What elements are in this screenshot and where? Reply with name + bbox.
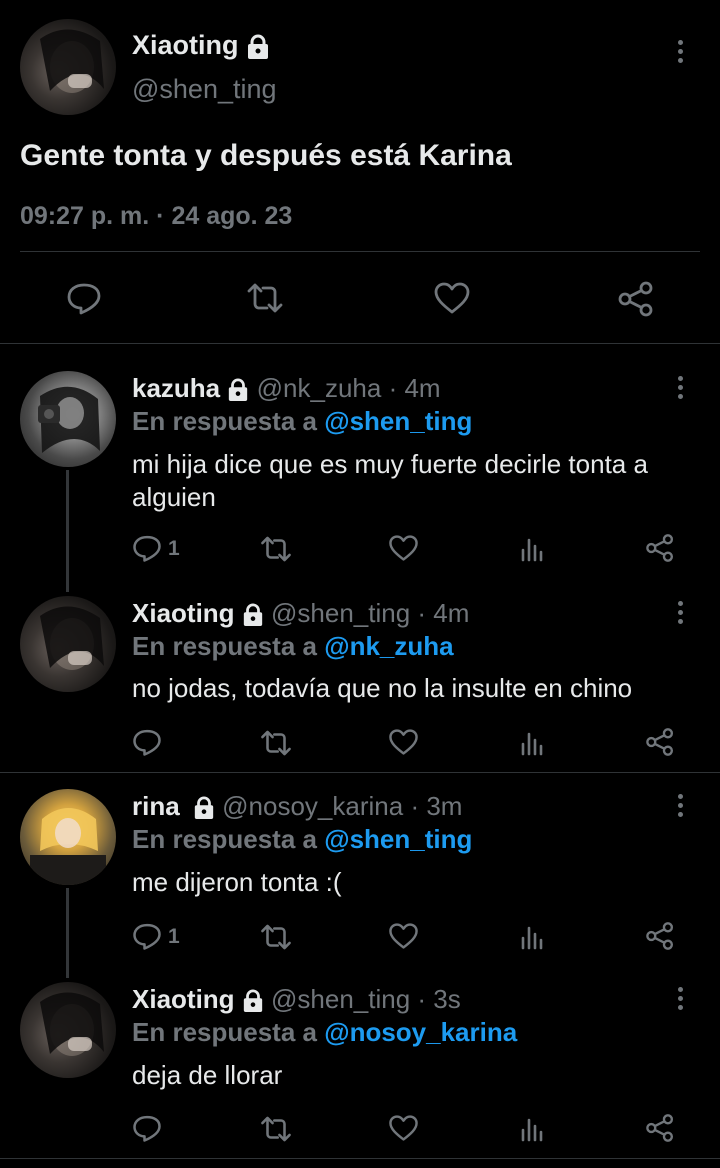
avatar[interactable] (20, 596, 116, 692)
avatar-photo (40, 992, 104, 1056)
avatar[interactable] (20, 982, 116, 1078)
tweet-text: no jodas, todavía que no la insulte en c… (132, 673, 633, 703)
user-handle[interactable]: @shen_ting (271, 984, 410, 1014)
like-icon[interactable] (388, 534, 419, 562)
display-name[interactable]: Xiaoting (132, 598, 235, 628)
avatar[interactable] (20, 371, 116, 467)
author-line: Xiaoting @shen_ting · 3s (132, 983, 461, 1015)
reply-icon[interactable] (132, 1113, 162, 1143)
more-icon[interactable] (677, 376, 685, 403)
tweet-text: deja de llorar (132, 1060, 283, 1090)
retweet-icon[interactable] (259, 923, 293, 951)
thread-line (66, 470, 69, 592)
divider (0, 1158, 720, 1159)
tweet-time[interactable]: · 4m (417, 598, 469, 628)
reply-count: 1 (168, 537, 180, 560)
tweet-timestamp[interactable]: 09:27 p. m. · 24 ago. 23 (20, 200, 292, 232)
views-icon[interactable] (520, 536, 546, 562)
reply-context: En respuesta a @nk_zuha (132, 630, 454, 662)
author-line: Xiaoting @shen_ting · 4m (132, 597, 469, 629)
more-icon[interactable] (677, 601, 685, 628)
display-name[interactable]: Xiaoting (132, 30, 239, 60)
display-name[interactable]: Xiaoting (132, 984, 235, 1014)
like-icon[interactable] (388, 1114, 419, 1142)
divider (0, 772, 720, 773)
avatar[interactable] (20, 789, 116, 885)
views-icon[interactable] (520, 924, 546, 950)
reply-context: En respuesta a @shen_ting (132, 405, 472, 437)
user-handle[interactable]: @shen_ting (132, 72, 277, 106)
lock-icon (242, 989, 264, 1013)
tweet-time[interactable]: · 4m (389, 373, 441, 403)
reply-to-link[interactable]: @nk_zuha (324, 631, 453, 661)
retweet-icon[interactable] (245, 282, 285, 314)
more-icon[interactable] (677, 794, 685, 821)
reply-prefix: En respuesta a (132, 631, 317, 661)
views-icon[interactable] (520, 730, 546, 756)
retweet-icon[interactable] (259, 729, 293, 757)
avatar-photo (40, 29, 104, 93)
like-icon[interactable] (433, 281, 471, 315)
reply-to-link[interactable]: @shen_ting (324, 824, 472, 854)
lock-icon (246, 34, 270, 60)
user-handle[interactable]: @shen_ting (271, 598, 410, 628)
author-line: rina @nosoy_karina · 3m (132, 790, 462, 822)
reply-to-link[interactable]: @shen_ting (324, 406, 472, 436)
reply-count: 1 (168, 925, 180, 948)
display-name[interactable]: kazuha (132, 373, 220, 403)
share-icon[interactable] (617, 280, 655, 318)
divider (0, 343, 720, 344)
retweet-icon[interactable] (259, 1115, 293, 1143)
share-icon[interactable] (645, 921, 675, 951)
display-name[interactable]: rina (132, 791, 180, 821)
more-icon[interactable] (677, 40, 685, 67)
reply-icon[interactable] (132, 533, 162, 563)
lock-icon (227, 378, 249, 402)
lock-icon (242, 603, 264, 627)
reply-to-link[interactable]: @nosoy_karina (324, 1017, 517, 1047)
like-icon[interactable] (388, 922, 419, 950)
share-icon[interactable] (645, 1113, 675, 1143)
reply-icon[interactable] (66, 280, 102, 316)
reply-context: En respuesta a @nosoy_karina (132, 1016, 517, 1048)
share-icon[interactable] (645, 533, 675, 563)
avatar[interactable] (20, 19, 116, 115)
tweet-time[interactable]: · 3s (417, 984, 460, 1014)
author-line: Xiaoting (132, 28, 270, 62)
tweet-time[interactable]: · 3m (410, 791, 462, 821)
reply-icon[interactable] (132, 921, 162, 951)
tweet-text: mi hija dice que es muy fuerte decirle t… (132, 449, 648, 512)
user-handle[interactable]: @nk_zuha (257, 373, 382, 403)
reply-prefix: En respuesta a (132, 406, 317, 436)
author-line: kazuha @nk_zuha · 4m (132, 372, 441, 404)
retweet-icon[interactable] (259, 535, 293, 563)
user-handle[interactable]: @nosoy_karina (222, 791, 403, 821)
reply-prefix: En respuesta a (132, 824, 317, 854)
avatar-photo (40, 606, 104, 670)
avatar-photo (38, 386, 100, 453)
divider (20, 251, 700, 252)
views-icon[interactable] (520, 1116, 546, 1142)
avatar-photo (30, 808, 106, 885)
tweet-text: Gente tonta y después está Karina (20, 139, 512, 172)
reply-prefix: En respuesta a (132, 1017, 317, 1047)
like-icon[interactable] (388, 728, 419, 756)
reply-icon[interactable] (132, 727, 162, 757)
tweet-text: me dijeron tonta :( (132, 867, 342, 897)
share-icon[interactable] (645, 727, 675, 757)
reply-context: En respuesta a @shen_ting (132, 823, 472, 855)
lock-icon (193, 796, 215, 820)
thread-line (66, 888, 69, 978)
more-icon[interactable] (677, 987, 685, 1014)
